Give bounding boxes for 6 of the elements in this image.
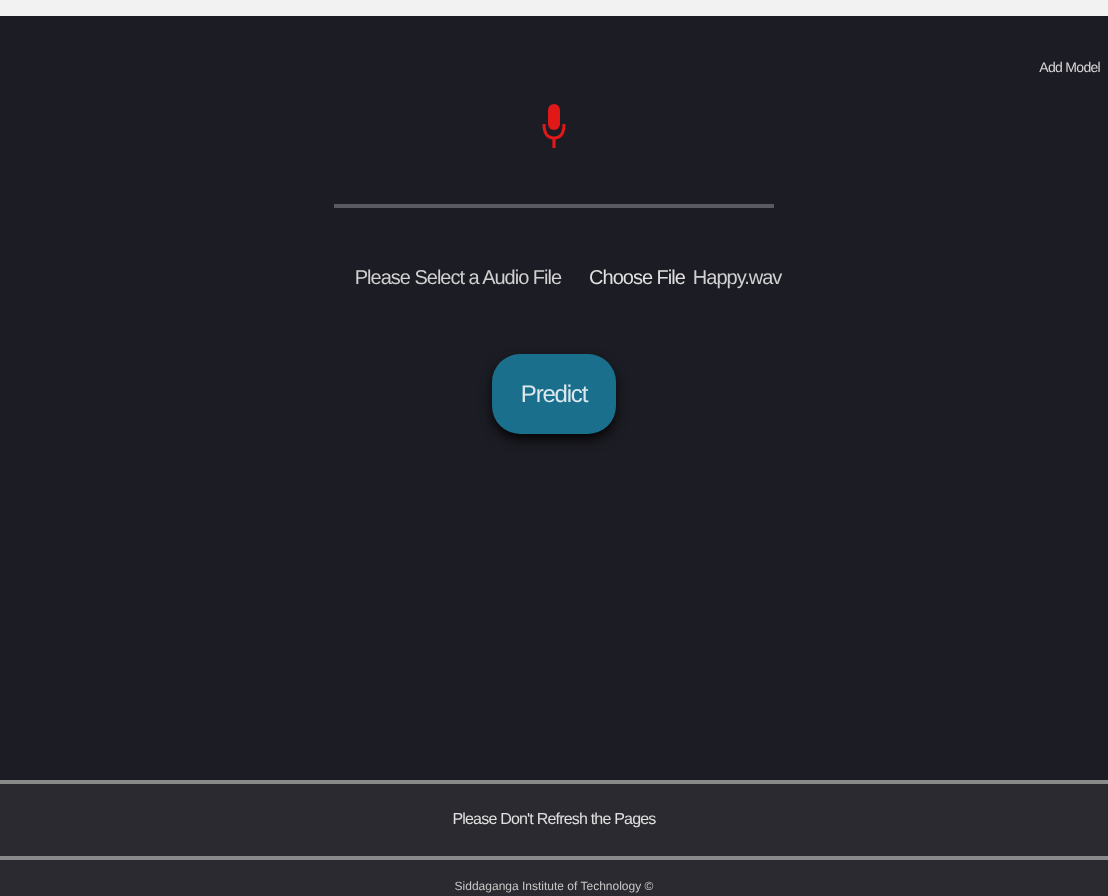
upload-label: Please Select a Audio File: [354, 266, 562, 294]
microphone-icon: [542, 104, 566, 152]
choose-file-button[interactable]: Choose File: [589, 264, 685, 294]
file-name: Happy.wav: [692, 266, 782, 294]
predict-button[interactable]: Predict: [492, 354, 616, 434]
notice-text: Please Don't Refresh the Pages: [452, 808, 656, 832]
